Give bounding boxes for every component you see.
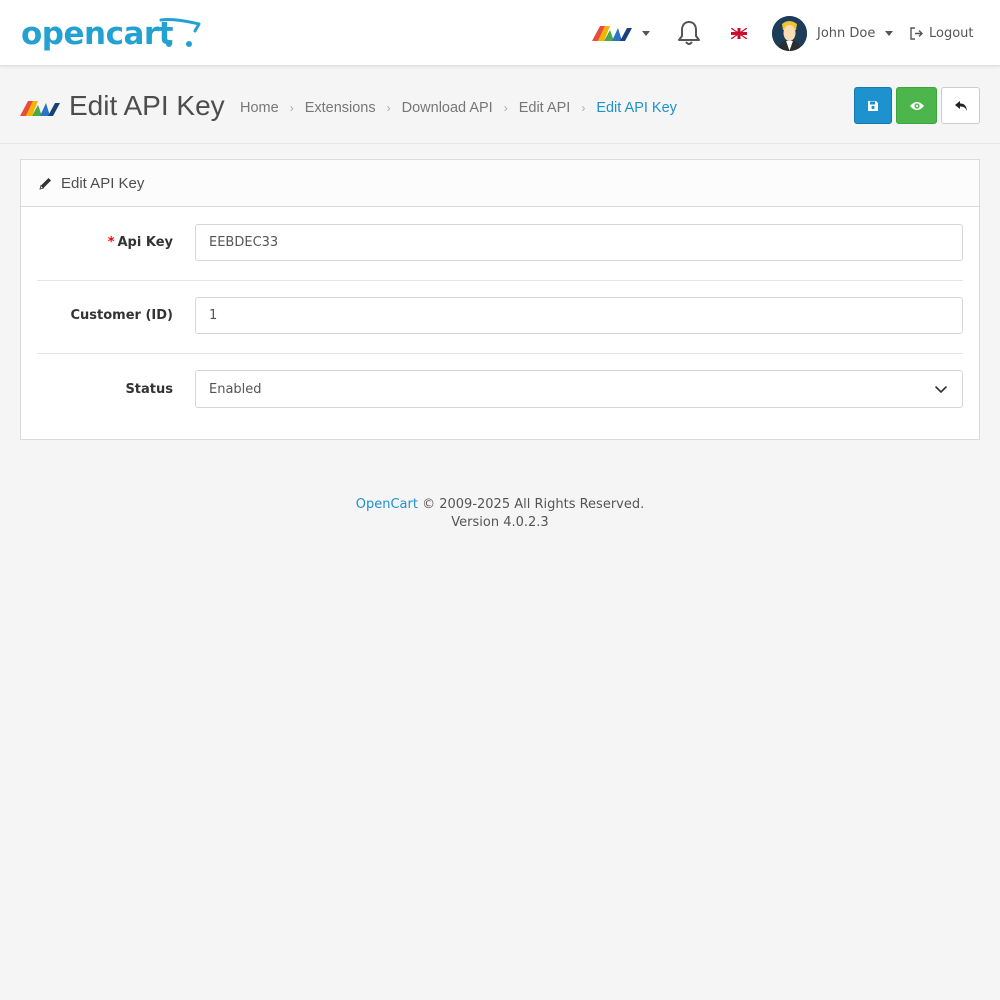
card-header: Edit API Key bbox=[21, 160, 979, 207]
reply-icon bbox=[954, 100, 967, 111]
page-title: Edit API Key bbox=[69, 90, 225, 121]
user-avatar-icon bbox=[772, 15, 807, 51]
opencart-logo[interactable]: opencart bbox=[21, 14, 201, 54]
save-button[interactable] bbox=[854, 87, 892, 124]
opencart-link[interactable]: OpenCart bbox=[356, 497, 418, 512]
api-key-input[interactable]: EEBDEC33 bbox=[195, 224, 963, 261]
divider bbox=[37, 280, 963, 281]
chevron-down-icon bbox=[885, 30, 894, 36]
sign-out-icon bbox=[910, 26, 923, 40]
chevron-down-icon bbox=[935, 386, 947, 393]
breadcrumb-download-api[interactable]: Download API bbox=[402, 100, 493, 116]
user-name: John Doe bbox=[817, 25, 876, 41]
breadcrumb-extensions[interactable]: Extensions bbox=[305, 100, 376, 116]
language-selector[interactable] bbox=[731, 0, 747, 66]
back-button[interactable] bbox=[941, 87, 980, 124]
chevron-right-icon: › bbox=[289, 101, 294, 115]
logo-text: opencart bbox=[21, 16, 173, 52]
card-title: Edit API Key bbox=[61, 174, 145, 192]
breadcrumb-home[interactable]: Home bbox=[240, 100, 279, 116]
chevron-down-icon bbox=[642, 30, 650, 36]
footer-version: Version 4.0.2.3 bbox=[451, 515, 549, 530]
pencil-icon bbox=[39, 177, 51, 190]
cart-logo-icon bbox=[159, 18, 201, 47]
breadcrumb-edit-api-key[interactable]: Edit API Key bbox=[596, 100, 677, 116]
status-row: Status Enabled bbox=[37, 370, 963, 408]
footer: OpenCart © 2009-2025 All Rights Reserved… bbox=[0, 496, 1000, 532]
customer-id-label: Customer (ID) bbox=[70, 308, 174, 323]
customer-id-row: Customer (ID) 1 bbox=[37, 297, 963, 334]
breadcrumb: Home › Extensions › Download API › Edit … bbox=[240, 100, 677, 116]
chevron-right-icon: › bbox=[503, 101, 508, 115]
chevron-right-icon: › bbox=[581, 101, 586, 115]
view-button[interactable] bbox=[896, 87, 937, 124]
status-select-value: Enabled bbox=[209, 381, 262, 397]
customer-id-input[interactable]: 1 bbox=[195, 297, 963, 334]
status-label: Status bbox=[125, 381, 173, 397]
notifications-button[interactable] bbox=[677, 0, 701, 66]
breadcrumb-edit-api[interactable]: Edit API bbox=[519, 100, 571, 116]
api-key-label: * Api Key bbox=[107, 235, 173, 250]
logout-link[interactable]: Logout bbox=[910, 0, 974, 66]
top-header: opencart John Doe Logout bbox=[0, 0, 1000, 66]
eye-icon bbox=[909, 101, 924, 110]
logout-label: Logout bbox=[929, 25, 974, 41]
avatar bbox=[772, 15, 807, 51]
user-menu-dropdown[interactable]: John Doe bbox=[772, 0, 894, 66]
aw-logo-icon bbox=[592, 26, 632, 41]
extension-menu-dropdown[interactable] bbox=[592, 0, 650, 66]
chevron-right-icon: › bbox=[386, 101, 391, 115]
aw-logo-icon bbox=[20, 101, 60, 116]
api-key-row: * Api Key EEBDEC33 bbox=[37, 224, 963, 261]
divider bbox=[37, 353, 963, 354]
uk-flag-icon bbox=[731, 27, 747, 39]
required-asterisk: * bbox=[107, 235, 115, 250]
edit-api-key-card: Edit API Key * Api Key EEBDEC33 Customer … bbox=[20, 159, 980, 440]
bell-icon bbox=[678, 21, 700, 45]
status-select[interactable]: Enabled bbox=[195, 370, 963, 408]
floppy-disk-icon bbox=[868, 100, 878, 111]
footer-copyright: OpenCart © 2009-2025 All Rights Reserved… bbox=[355, 497, 645, 512]
